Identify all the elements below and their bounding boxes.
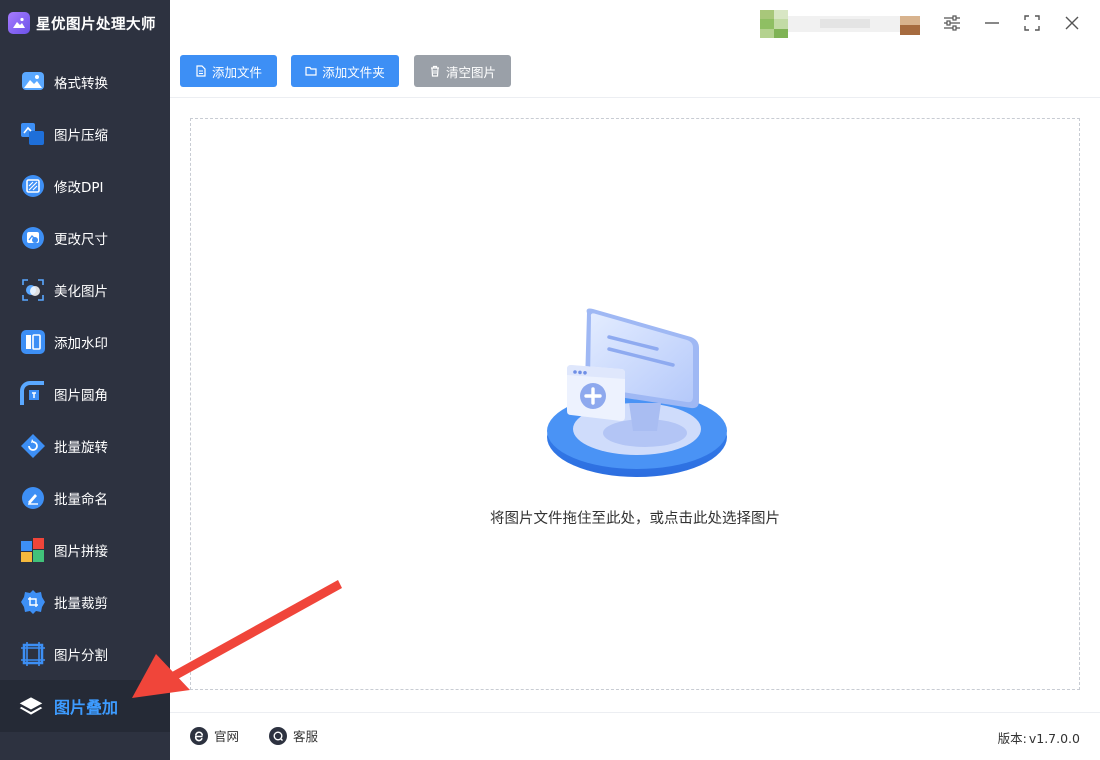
drop-zone-hint: 将图片文件拖住至此处，或点击此处选择图片 xyxy=(490,511,780,527)
sidebar-item-label: 批量裁剪 xyxy=(54,596,108,612)
close-button[interactable] xyxy=(1060,11,1084,35)
sliders-icon xyxy=(944,15,960,31)
sidebar-item-label: 批量旋转 xyxy=(54,440,108,456)
version-number: v1.7.0.0 xyxy=(1028,731,1080,746)
add-file-button[interactable]: 添加文件 xyxy=(180,55,277,87)
sidebar-item-rename[interactable]: 批量命名 xyxy=(0,472,170,524)
rounded-corner-icon xyxy=(20,381,46,407)
sidebar-item-rounded-corner[interactable]: 图片圆角 xyxy=(0,368,170,420)
minimize-button[interactable] xyxy=(980,11,1004,35)
sidebar-item-rotate[interactable]: 批量旋转 xyxy=(0,420,170,472)
sidebar-item-stitch[interactable]: 图片拼接 xyxy=(0,524,170,576)
sidebar-item-format-convert[interactable]: 格式转换 xyxy=(0,56,170,108)
sidebar-item-watermark[interactable]: 添加水印 xyxy=(0,316,170,368)
computer-add-illustration-icon xyxy=(547,308,727,477)
split-icon xyxy=(20,641,46,667)
footer: 官网 客服 版本: v1.7.0.0 xyxy=(170,712,1100,760)
sidebar-item-compress[interactable]: 图片压缩 xyxy=(0,108,170,160)
app-brand: 星优图片处理大师 xyxy=(0,0,170,46)
sidebar-item-crop[interactable]: 批量裁剪 xyxy=(0,576,170,628)
file-icon xyxy=(196,65,206,77)
clear-images-label: 清空图片 xyxy=(445,64,496,80)
file-drop-zone[interactable]: 将图片文件拖住至此处，或点击此处选择图片 xyxy=(190,118,1080,690)
add-file-label: 添加文件 xyxy=(211,64,262,80)
user-avatar[interactable] xyxy=(760,10,920,38)
sidebar-item-overlay[interactable]: 图片叠加 xyxy=(0,680,170,732)
sidebar-item-label: 图片分割 xyxy=(54,648,108,664)
sidebar-item-label: 图片压缩 xyxy=(54,128,108,144)
sidebar-item-split[interactable]: 图片分割 xyxy=(0,628,170,680)
version-info: 版本: v1.7.0.0 xyxy=(998,728,1080,747)
sidebar-nav: 格式转换 图片压缩 修改DPI 更改尺寸 美化图片 添加水印 图片圆角 批量旋转… xyxy=(0,56,170,680)
sidebar-item-label: 图片拼接 xyxy=(54,544,108,560)
rename-icon xyxy=(20,485,46,511)
beautify-icon xyxy=(20,277,46,303)
picture-icon xyxy=(8,12,30,34)
app-title: 星优图片处理大师 xyxy=(36,16,156,33)
rotate-icon xyxy=(20,433,46,459)
sidebar-item-label: 批量命名 xyxy=(54,492,108,508)
add-folder-button[interactable]: 添加文件夹 xyxy=(291,55,399,87)
dpi-icon xyxy=(20,173,46,199)
sidebar-item-resize[interactable]: 更改尺寸 xyxy=(0,212,170,264)
format-convert-icon xyxy=(20,69,46,95)
chat-bubble-icon xyxy=(269,726,287,745)
clear-images-button[interactable]: 清空图片 xyxy=(414,55,511,87)
folder-icon xyxy=(305,66,317,76)
website-label: 官网 xyxy=(214,729,240,744)
sidebar-item-beautify[interactable]: 美化图片 xyxy=(0,264,170,316)
add-folder-label: 添加文件夹 xyxy=(322,64,385,80)
website-link[interactable]: 官网 xyxy=(190,726,239,745)
version-label: 版本: xyxy=(997,731,1027,746)
sidebar: 星优图片处理大师 格式转换 图片压缩 修改DPI 更改尺寸 美化图片 添加水印 … xyxy=(0,0,170,760)
sidebar-item-label: 修改DPI xyxy=(54,180,104,196)
stitch-icon xyxy=(20,537,46,563)
close-icon xyxy=(1065,16,1079,30)
maximize-icon xyxy=(1024,15,1040,31)
sidebar-item-label: 图片叠加 xyxy=(54,698,119,717)
watermark-icon xyxy=(20,329,46,355)
sidebar-item-label: 美化图片 xyxy=(54,284,108,300)
trash-icon xyxy=(430,65,439,77)
resize-icon xyxy=(20,225,46,251)
title-bar xyxy=(170,0,1100,46)
browser-e-icon xyxy=(190,726,208,745)
support-link[interactable]: 客服 xyxy=(269,726,318,745)
sidebar-item-label: 更改尺寸 xyxy=(54,232,108,248)
layers-icon xyxy=(18,693,44,719)
sidebar-item-label: 添加水印 xyxy=(54,336,108,352)
sidebar-item-label: 格式转换 xyxy=(54,76,108,92)
minimize-icon xyxy=(985,22,999,24)
settings-button[interactable] xyxy=(940,11,964,35)
maximize-button[interactable] xyxy=(1020,11,1044,35)
crop-icon xyxy=(20,589,46,615)
compress-icon xyxy=(20,121,46,147)
support-label: 客服 xyxy=(293,729,319,744)
toolbar: 添加文件 添加文件夹 清空图片 xyxy=(170,46,1100,98)
sidebar-item-label: 图片圆角 xyxy=(54,388,108,404)
sidebar-item-dpi[interactable]: 修改DPI xyxy=(0,160,170,212)
